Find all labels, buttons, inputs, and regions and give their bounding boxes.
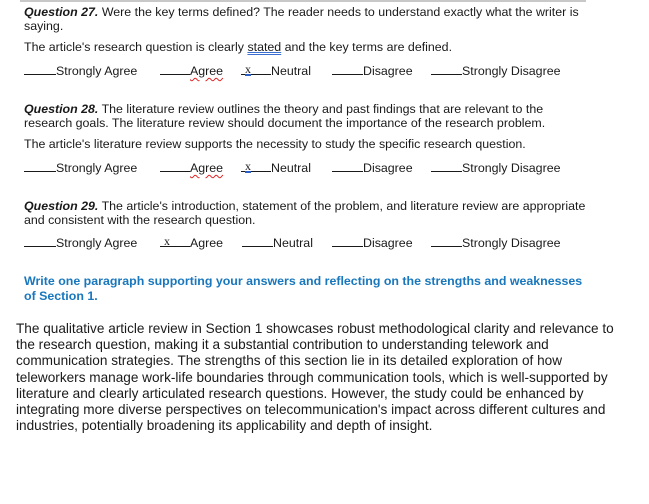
question-27: Question 27. Were the key terms defined?… [24, 5, 594, 78]
question-29-text: Question 29. The article's introduction,… [24, 199, 586, 227]
option-strongly-agree[interactable]: Strongly Agree [24, 234, 137, 251]
question-27-statement: The article's research question is clear… [24, 40, 453, 54]
question-28-scale: Strongly Agree Agree x Neutral Disagree S… [24, 159, 594, 175]
top-divider [20, 0, 586, 2]
option-neutral[interactable]: x Neutral [241, 159, 311, 176]
question-27-scale: Strongly Agree Agree x Neutral Disagree S… [24, 62, 594, 78]
option-agree[interactable]: Agree [160, 62, 223, 79]
reflection-answer[interactable]: The qualitative article review in Sectio… [16, 321, 616, 434]
question-29-scale: Strongly Agree x Agree Neutral Disagree S… [24, 234, 594, 250]
question-27-label: Question 27. [24, 5, 99, 19]
option-strongly-agree[interactable]: Strongly Agree [24, 159, 137, 176]
option-neutral[interactable]: Neutral [242, 234, 313, 251]
question-27-text: Question 27. Were the key terms defined?… [24, 5, 579, 33]
grammar-flag[interactable]: stated [247, 40, 281, 54]
option-disagree[interactable]: Disagree [332, 62, 413, 79]
question-28: Question 28. The literature review outli… [24, 102, 594, 175]
question-28-statement: The article's literature review supports… [24, 137, 526, 151]
option-strongly-agree[interactable]: Strongly Agree [24, 62, 137, 79]
option-neutral[interactable]: x Neutral [241, 62, 311, 79]
question-29-label: Question 29. [24, 199, 99, 213]
question-28-label: Question 28. [24, 102, 99, 116]
option-disagree[interactable]: Disagree [332, 159, 413, 176]
reflection-prompt: Write one paragraph supporting your answ… [24, 274, 583, 303]
option-strongly-disagree[interactable]: Strongly Disagree [431, 62, 560, 79]
option-agree[interactable]: Agree [160, 159, 223, 176]
question-28-text: Question 28. The literature review outli… [24, 102, 546, 130]
option-agree[interactable]: x Agree [160, 234, 223, 251]
option-strongly-disagree[interactable]: Strongly Disagree [431, 234, 560, 251]
question-29: Question 29. The article's introduction,… [24, 199, 594, 250]
option-disagree[interactable]: Disagree [332, 234, 413, 251]
option-strongly-disagree[interactable]: Strongly Disagree [431, 159, 560, 176]
